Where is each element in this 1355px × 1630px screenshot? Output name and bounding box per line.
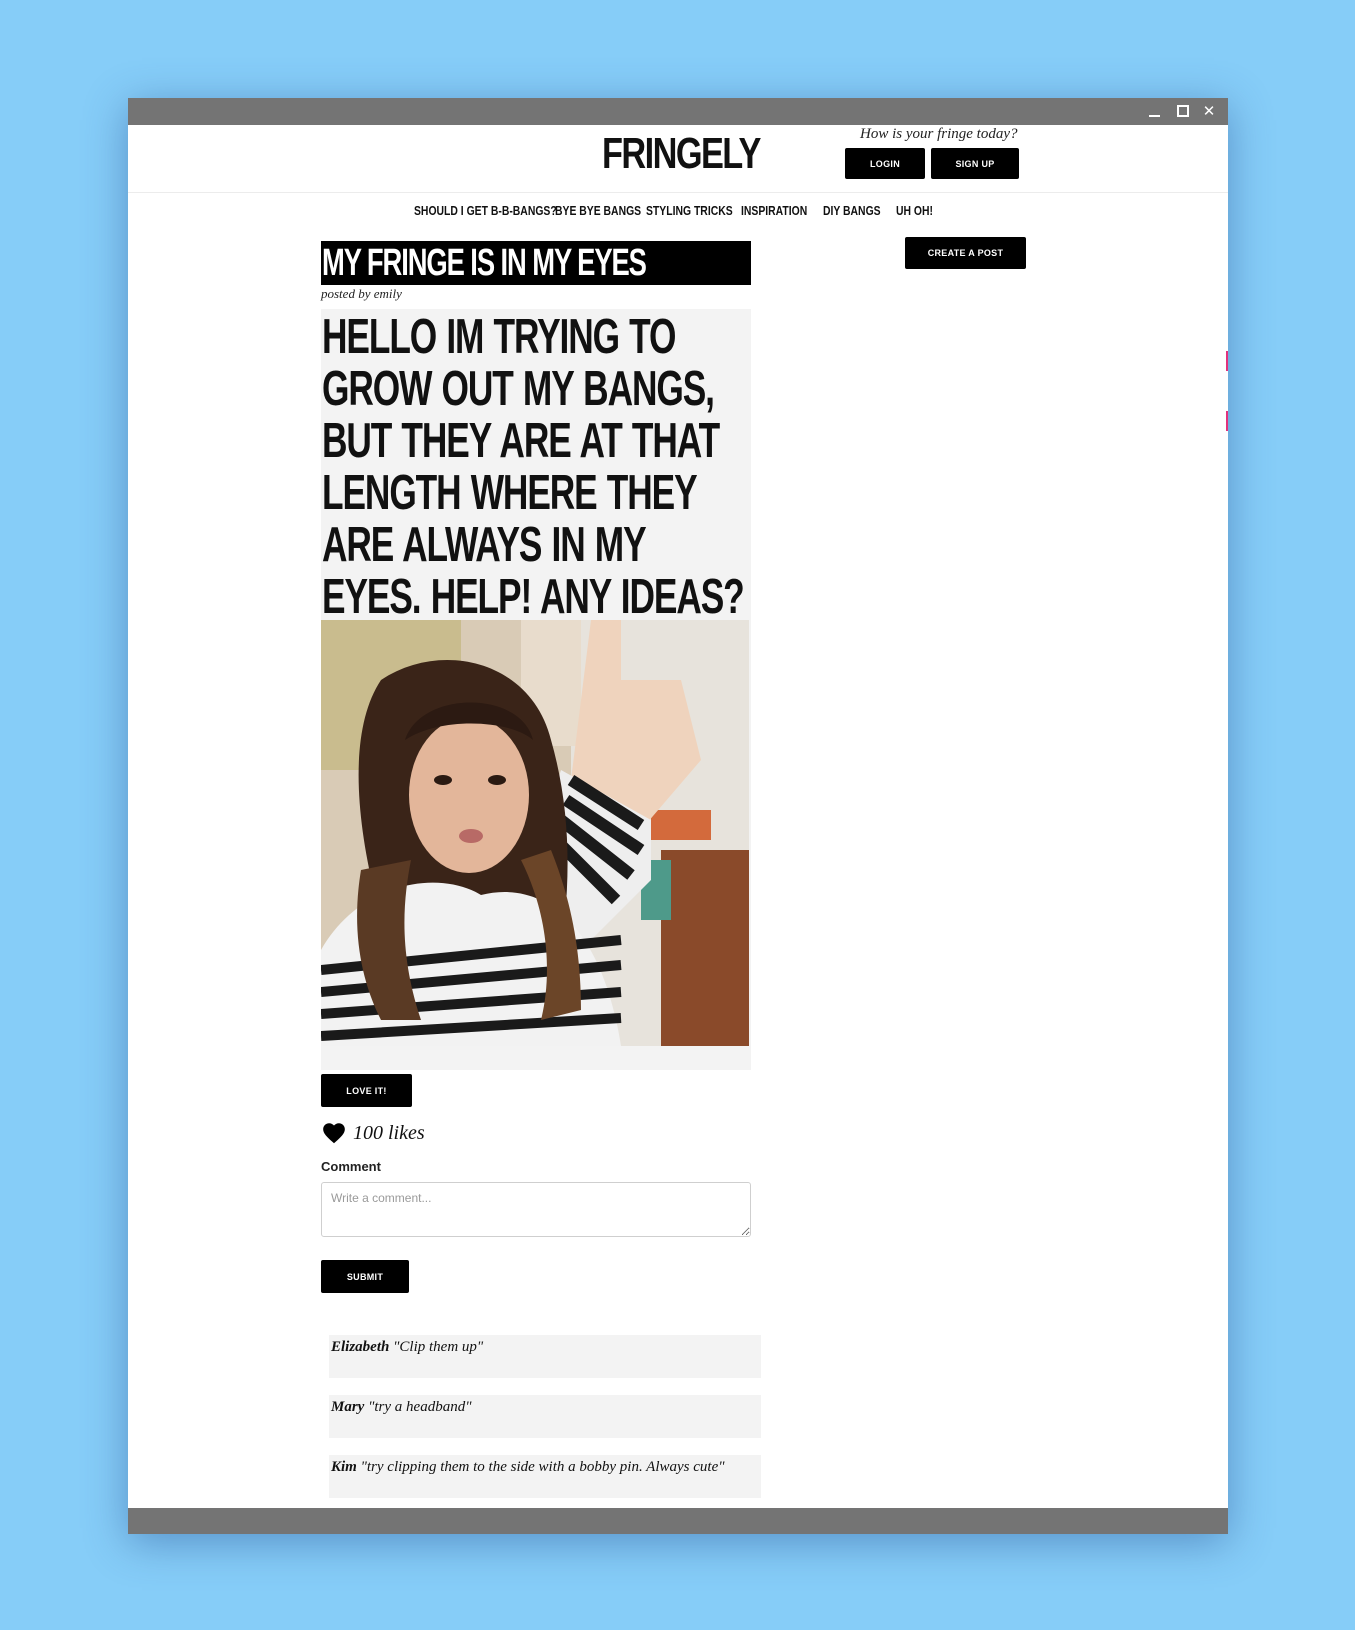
maximize-icon[interactable]: [1171, 101, 1193, 121]
comment-text: "try clipping them to the side with a bo…: [360, 1459, 725, 1475]
close-icon[interactable]: ✕: [1198, 101, 1220, 121]
browser-window: ✕ FRINGELY How is your fringe today? LOG…: [128, 98, 1228, 1534]
scroll-marker: [1226, 411, 1228, 431]
love-it-button[interactable]: LOVE IT!: [321, 1074, 412, 1107]
post-photo: [321, 620, 749, 1046]
comment-text: "try a headband": [368, 1399, 472, 1415]
comment-item: Elizabeth "Clip them up": [329, 1335, 761, 1378]
post-photo-illustration: [321, 620, 749, 1046]
create-post-button[interactable]: CREATE A POST: [905, 237, 1026, 269]
likes-text: 100 likes: [353, 1121, 425, 1144]
comment-author: Kim: [331, 1459, 357, 1475]
nav-item-inspiration[interactable]: INSPIRATION: [741, 199, 807, 223]
submit-comment-button[interactable]: SUBMIT: [321, 1260, 409, 1293]
post-body: HELLO IM TRYING TO GROW OUT MY BANGS, BU…: [322, 310, 745, 624]
nav-item-uh-oh[interactable]: UH OH!: [896, 199, 933, 223]
site-logo[interactable]: FRINGELY: [602, 129, 761, 179]
comment-label: Comment: [321, 1159, 381, 1174]
nav-item-bye-bye-bangs[interactable]: BYE BYE BANGS: [555, 199, 641, 223]
scroll-marker: [1226, 351, 1228, 371]
comment-author: Mary: [331, 1399, 365, 1415]
comment-text: "Clip them up": [393, 1339, 484, 1355]
comment-input[interactable]: [321, 1182, 751, 1237]
page-content: FRINGELY How is your fringe today? LOGIN…: [128, 125, 1228, 1508]
window-titlebar: ✕: [128, 98, 1228, 125]
nav-item-styling-tricks[interactable]: STYLING TRICKS: [646, 199, 733, 223]
nav-item-should-i-get-bangs[interactable]: SHOULD I GET B-B-BANGS?: [414, 199, 557, 223]
login-button[interactable]: LOGIN: [845, 148, 925, 179]
minimize-icon[interactable]: [1143, 101, 1165, 121]
post-card: HELLO IM TRYING TO GROW OUT MY BANGS, BU…: [321, 309, 751, 1070]
main-nav: SHOULD I GET B-B-BANGS? BYE BYE BANGS ST…: [414, 199, 936, 223]
comment-item: Kim "try clipping them to the side with …: [329, 1455, 761, 1498]
post-title-banner: MY FRINGE IS IN MY EYES: [321, 241, 751, 285]
post-author: posted by emily: [321, 286, 402, 301]
heart-icon: [323, 1123, 345, 1144]
post-title: MY FRINGE IS IN MY EYES: [322, 242, 647, 284]
site-tagline: How is your fringe today?: [860, 126, 1018, 142]
nav-item-diy-bangs[interactable]: DIY BANGS: [823, 199, 881, 223]
comment-item: Mary "try a headband": [329, 1395, 761, 1438]
comment-author: Elizabeth: [331, 1339, 390, 1355]
header-divider: [128, 192, 1228, 193]
window-bottombar: [128, 1508, 1228, 1534]
signup-button[interactable]: SIGN UP: [931, 148, 1019, 179]
likes-count: 100 likes: [321, 1118, 425, 1148]
